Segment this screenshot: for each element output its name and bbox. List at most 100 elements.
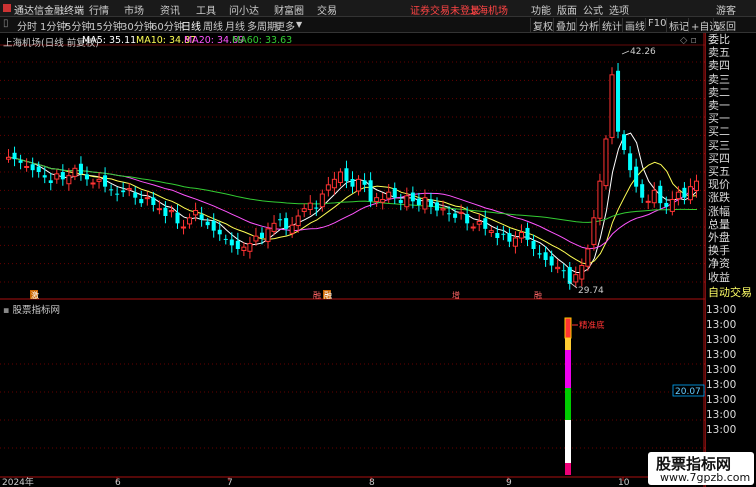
quote-row-label: 卖五 [708,46,730,60]
menu-item-assistant[interactable]: 问小达 [229,2,259,17]
date-label-aug: 8 [369,478,375,487]
quote-row-label: 外盘 [708,231,730,245]
candle-body [555,266,561,270]
date-label-jul: 7 [227,478,233,487]
candle-body [289,224,295,234]
menu-item-function[interactable]: 功能 [531,2,551,17]
candle-body [549,256,554,266]
candle-body [658,185,663,204]
guest-label[interactable]: 游客 [716,2,736,17]
menu-item-layout[interactable]: 版面 [557,2,577,17]
event-marker-4[interactable]: 增 [452,290,460,300]
menu-item-wealth[interactable]: 财富圈 [274,2,304,17]
analysis-button[interactable]: 分析 [576,18,601,33]
candle-body [54,173,60,180]
back-button[interactable]: 返回 [713,18,738,33]
candle-body [634,166,639,187]
candle-body [628,153,633,171]
candle-body [488,230,494,233]
date-label-year: 2024年 [2,476,34,487]
tab-period-15min[interactable]: 15分钟 [90,18,123,33]
draw-line-button[interactable]: 画线 [622,18,647,33]
panel-toggle-icon[interactable]: ▯ [3,18,9,29]
candle-body [259,232,264,238]
quote-row-label: 买五 [708,165,730,179]
indicator-title-text: 股票指标网 [12,305,60,316]
candle-body [512,237,518,247]
candle-body [392,187,397,198]
candle-body [440,208,446,211]
candle-body [422,197,428,210]
quote-row-label: 总量 [708,217,730,231]
statistics-button[interactable]: 统计 [599,18,624,33]
tab-period-timeshare[interactable]: 分时 [17,18,37,33]
menu-item-trade[interactable]: 交易 [317,2,337,17]
candle-body [271,222,277,232]
auto-trade-label[interactable]: 自动交易 [708,286,752,299]
tab-period-monthly[interactable]: 月线 [225,18,245,33]
candle-body [476,221,482,225]
candle-body [537,253,542,255]
menu-item-market[interactable]: 市场 [124,2,144,17]
candle-body [211,220,216,231]
indicator-menu-icon[interactable]: ▪ [3,305,9,316]
candle-body [18,160,23,163]
candle-body [139,199,144,204]
tab-period-1min[interactable]: 1分钟 [40,18,66,33]
candle-body [24,166,30,168]
signal-bar-green [565,388,571,420]
candle-body [470,226,476,229]
f10-button[interactable]: F10 [645,18,668,29]
candle-body [561,270,566,272]
candle-body [175,212,180,224]
date-label-sep: 9 [506,478,512,487]
candle-body [337,171,343,183]
quote-panel: 委比 卖五 卖四 卖三 卖二 卖一 买一 买二 买三 买四 买五 现价 涨跌 涨幅 总量 外盘 换手 净资 收益 自… [705,33,756,487]
candle-body [84,174,89,180]
candle-body [603,138,609,187]
quote-row-label: 卖一 [708,99,730,113]
menu-item-news[interactable]: 资讯 [160,2,180,17]
candle-body [241,246,247,251]
kline-chart[interactable]: 42.26 29.74 激 融 融 增 融 42.0041.0040.0039.… [0,33,705,487]
candle-body [640,184,645,198]
quote-row-label: 净资 [708,257,730,271]
candle-body [693,180,699,191]
candle-body [507,233,512,242]
tab-period-5min[interactable]: 5分钟 [65,18,91,33]
restore-rights-button[interactable]: 复权 [530,18,555,33]
event-marker-2[interactable]: 融 [313,290,321,300]
candle-body [597,180,603,219]
candle-body [579,265,585,280]
tab-period-weekly[interactable]: 周线 [203,18,223,33]
event-marker-1[interactable]: 激 [31,290,39,300]
candle-body [374,197,380,202]
candle-body [543,252,548,260]
tab-period-30min[interactable]: 30分钟 [121,18,154,33]
more-dropdown-icon[interactable]: ▼ [296,20,302,29]
menu-item-tools[interactable]: 工具 [196,2,216,17]
chart-settings-icon[interactable]: ◇ ▫ [680,35,697,46]
overlay-button[interactable]: 叠加 [553,18,578,33]
tab-period-multi[interactable]: 多周期 [247,18,277,33]
app-logo-icon [3,4,11,12]
candle-body [344,168,349,182]
menu-bar: 通达信金融终端 行情 市场 资讯 工具 问小达 财富圈 交易 证券交易未登录 上… [0,0,756,17]
menu-item-quotes[interactable]: 行情 [89,2,109,17]
quote-row-label: 卖二 [708,85,730,99]
menu-item-options[interactable]: 选项 [609,2,629,17]
candle-body [181,226,187,229]
candle-body [645,200,651,203]
tick-time: 13:00 [706,349,737,361]
tab-period-more[interactable]: 更多 [275,18,295,33]
candle-body [307,202,313,210]
event-marker-5[interactable]: 融 [534,290,542,300]
quote-row-label: 收益 [708,270,730,284]
candle-body [501,233,506,235]
tab-period-60min[interactable]: 60分钟 [151,18,184,33]
menu-item-formula[interactable]: 公式 [583,2,603,17]
tab-period-daily[interactable]: 日线 [181,18,201,33]
event-marker-3[interactable]: 融 [324,290,332,300]
tick-time: 13:00 [706,379,737,391]
signal-bar-red [565,318,571,338]
